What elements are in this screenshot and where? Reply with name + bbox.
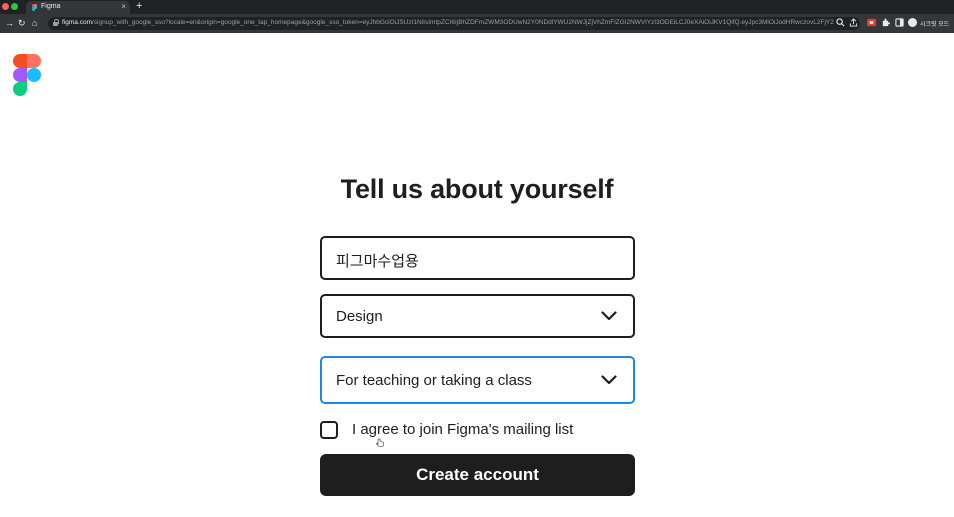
- name-input[interactable]: 피그마수업용: [320, 236, 635, 280]
- search-icon[interactable]: [836, 18, 845, 27]
- purpose-select[interactable]: For teaching or taking a class: [320, 356, 635, 404]
- chevron-down-icon: [601, 311, 617, 321]
- browser-toolbar: → ↻ ⌂ figma.com/signup_with_google_sso?l…: [0, 14, 954, 33]
- sidepanel-icon[interactable]: [895, 18, 904, 27]
- window-close-button[interactable]: [2, 3, 9, 10]
- figma-favicon-icon: [32, 4, 37, 11]
- chevron-down-icon: [601, 375, 617, 385]
- create-account-button[interactable]: Create account: [320, 454, 635, 496]
- new-tab-button[interactable]: +: [136, 0, 142, 13]
- share-icon[interactable]: [849, 18, 858, 27]
- profile-name: 시크릿 모드: [920, 22, 950, 28]
- mailing-list-label[interactable]: I agree to join Figma's mailing list: [352, 421, 573, 438]
- profile-avatar[interactable]: [908, 18, 917, 27]
- figma-logo-icon[interactable]: [13, 54, 41, 97]
- url-path: /signup_with_google_sso?locale=en&origin…: [91, 19, 834, 26]
- extension-badge-icon[interactable]: [867, 18, 876, 27]
- browser-tab-figma[interactable]: Figma ×: [26, 1, 130, 14]
- tab-title: Figma: [41, 3, 61, 10]
- page-title: Tell us about yourself: [340, 174, 614, 204]
- browser-tab-bar: Figma × +: [0, 0, 954, 14]
- url-host: figma.com: [62, 19, 92, 26]
- address-bar[interactable]: figma.com/signup_with_google_sso?locale=…: [48, 17, 860, 30]
- mailing-list-checkbox[interactable]: [320, 421, 338, 439]
- purpose-select-value: For teaching or taking a class: [336, 372, 532, 389]
- cursor-icon: [376, 438, 384, 447]
- home-icon[interactable]: ⌂: [32, 16, 37, 31]
- back-icon[interactable]: →: [5, 16, 14, 31]
- window-zoom-button[interactable]: [11, 3, 18, 10]
- tab-close-icon[interactable]: ×: [121, 2, 126, 12]
- extensions-icon[interactable]: [881, 18, 890, 27]
- role-select[interactable]: Design: [320, 294, 635, 338]
- reload-icon[interactable]: ↻: [18, 16, 26, 31]
- lock-icon[interactable]: [53, 19, 59, 26]
- role-select-value: Design: [336, 308, 383, 325]
- url-text[interactable]: figma.com/signup_with_google_sso?locale=…: [62, 19, 834, 26]
- name-input-value: 피그마수업용: [336, 253, 419, 270]
